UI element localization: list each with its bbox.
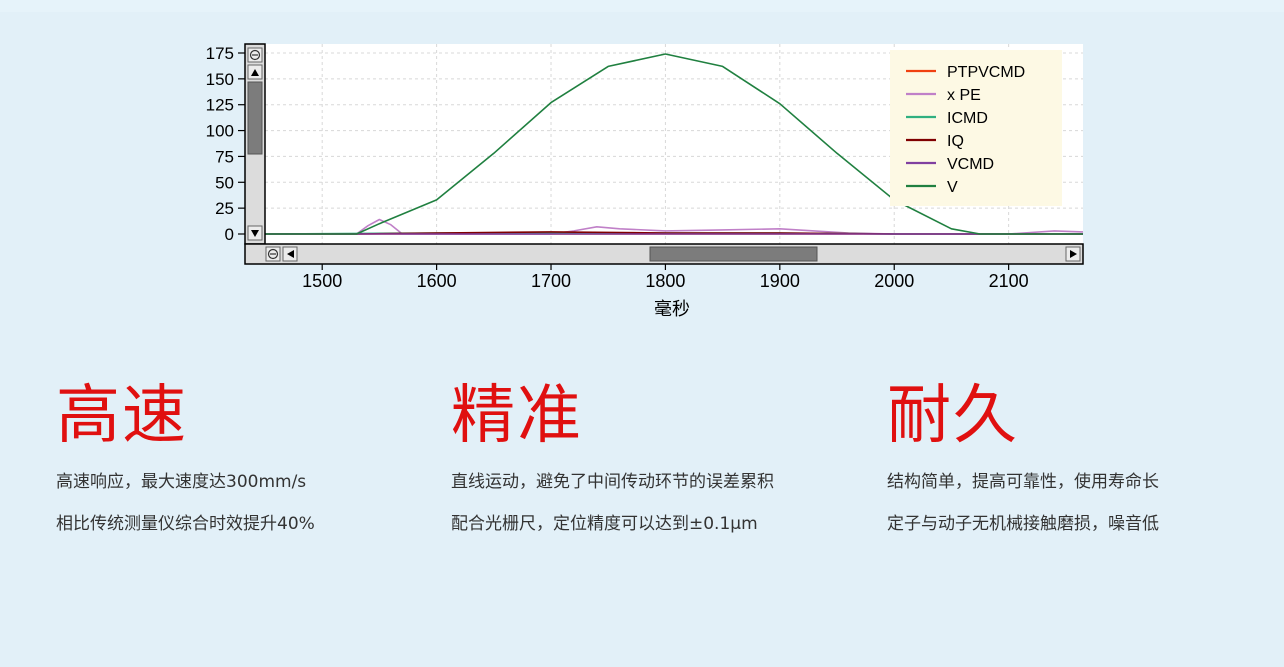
x-tick-label: 1500 <box>302 271 342 291</box>
legend-label: x PE <box>947 87 981 104</box>
feature-line-1: 结构简单，提高可靠性，使用寿命长 <box>887 472 1159 492</box>
horizontal-scroll-thumb[interactable] <box>649 246 818 262</box>
x-tick-label: 1900 <box>760 271 800 291</box>
x-tick-label: 1600 <box>417 271 457 291</box>
legend-label: ICMD <box>947 110 988 127</box>
vertical-scrollbar[interactable] <box>244 43 266 245</box>
line-chart: PTPVCMDx PEICMDIQVCMDV 02550751001251501… <box>206 43 1084 319</box>
feature-line-1: 高速响应，最大速度达300mm/s <box>56 472 307 492</box>
y-tick-label: 175 <box>206 44 234 63</box>
feature-line-2: 配合光栅尺，定位精度可以达到±0.1μm <box>451 514 758 534</box>
feature-durability: 耐久 结构简单，提高可靠性，使用寿命长 定子与动子无机械接触磨损，噪音低 <box>887 378 1247 535</box>
top-strip <box>0 0 1284 12</box>
feature-precision: 精准 直线运动，避免了中间传动环节的误差累积 配合光栅尺，定位精度可以达到±0.… <box>451 378 851 535</box>
feature-title: 高速 <box>56 379 188 453</box>
legend-label: VCMD <box>947 156 994 173</box>
feature-line-2: 定子与动子无机械接触磨损，噪音低 <box>887 514 1159 534</box>
feature-speed: 高速 高速响应，最大速度达300mm/s 相比传统测量仪综合时效提升40% <box>56 378 416 535</box>
x-tick-label: 1700 <box>531 271 571 291</box>
legend-label: IQ <box>947 133 964 150</box>
legend-label: PTPVCMD <box>947 64 1025 81</box>
y-tick-label: 125 <box>206 96 234 115</box>
vertical-scroll-thumb[interactable] <box>247 81 263 155</box>
chart-container: PTPVCMD x PE ICMD IQ VCMD V 0 25 50 75 100 125 1 <box>190 36 1090 326</box>
y-tick-label: 150 <box>206 70 234 89</box>
x-tick-label: 2000 <box>874 271 914 291</box>
feature-line-2: 相比传统测量仪综合时效提升40% <box>56 514 315 534</box>
y-tick-label: 50 <box>215 173 234 192</box>
y-tick-label: 0 <box>225 225 234 244</box>
y-tick-label: 100 <box>206 122 234 141</box>
x-tick-label: 1800 <box>645 271 685 291</box>
feature-line-1: 直线运动，避免了中间传动环节的误差累积 <box>451 472 774 492</box>
feature-title: 耐久 <box>887 379 1019 453</box>
y-tick-label: 75 <box>215 147 234 166</box>
horizontal-scrollbar[interactable] <box>244 243 1084 265</box>
y-tick-label: 25 <box>215 199 234 218</box>
legend-label: V <box>947 179 958 196</box>
x-tick-label: 2100 <box>989 271 1029 291</box>
x-axis-label: 毫秒 <box>654 299 690 319</box>
feature-title: 精准 <box>451 379 583 453</box>
